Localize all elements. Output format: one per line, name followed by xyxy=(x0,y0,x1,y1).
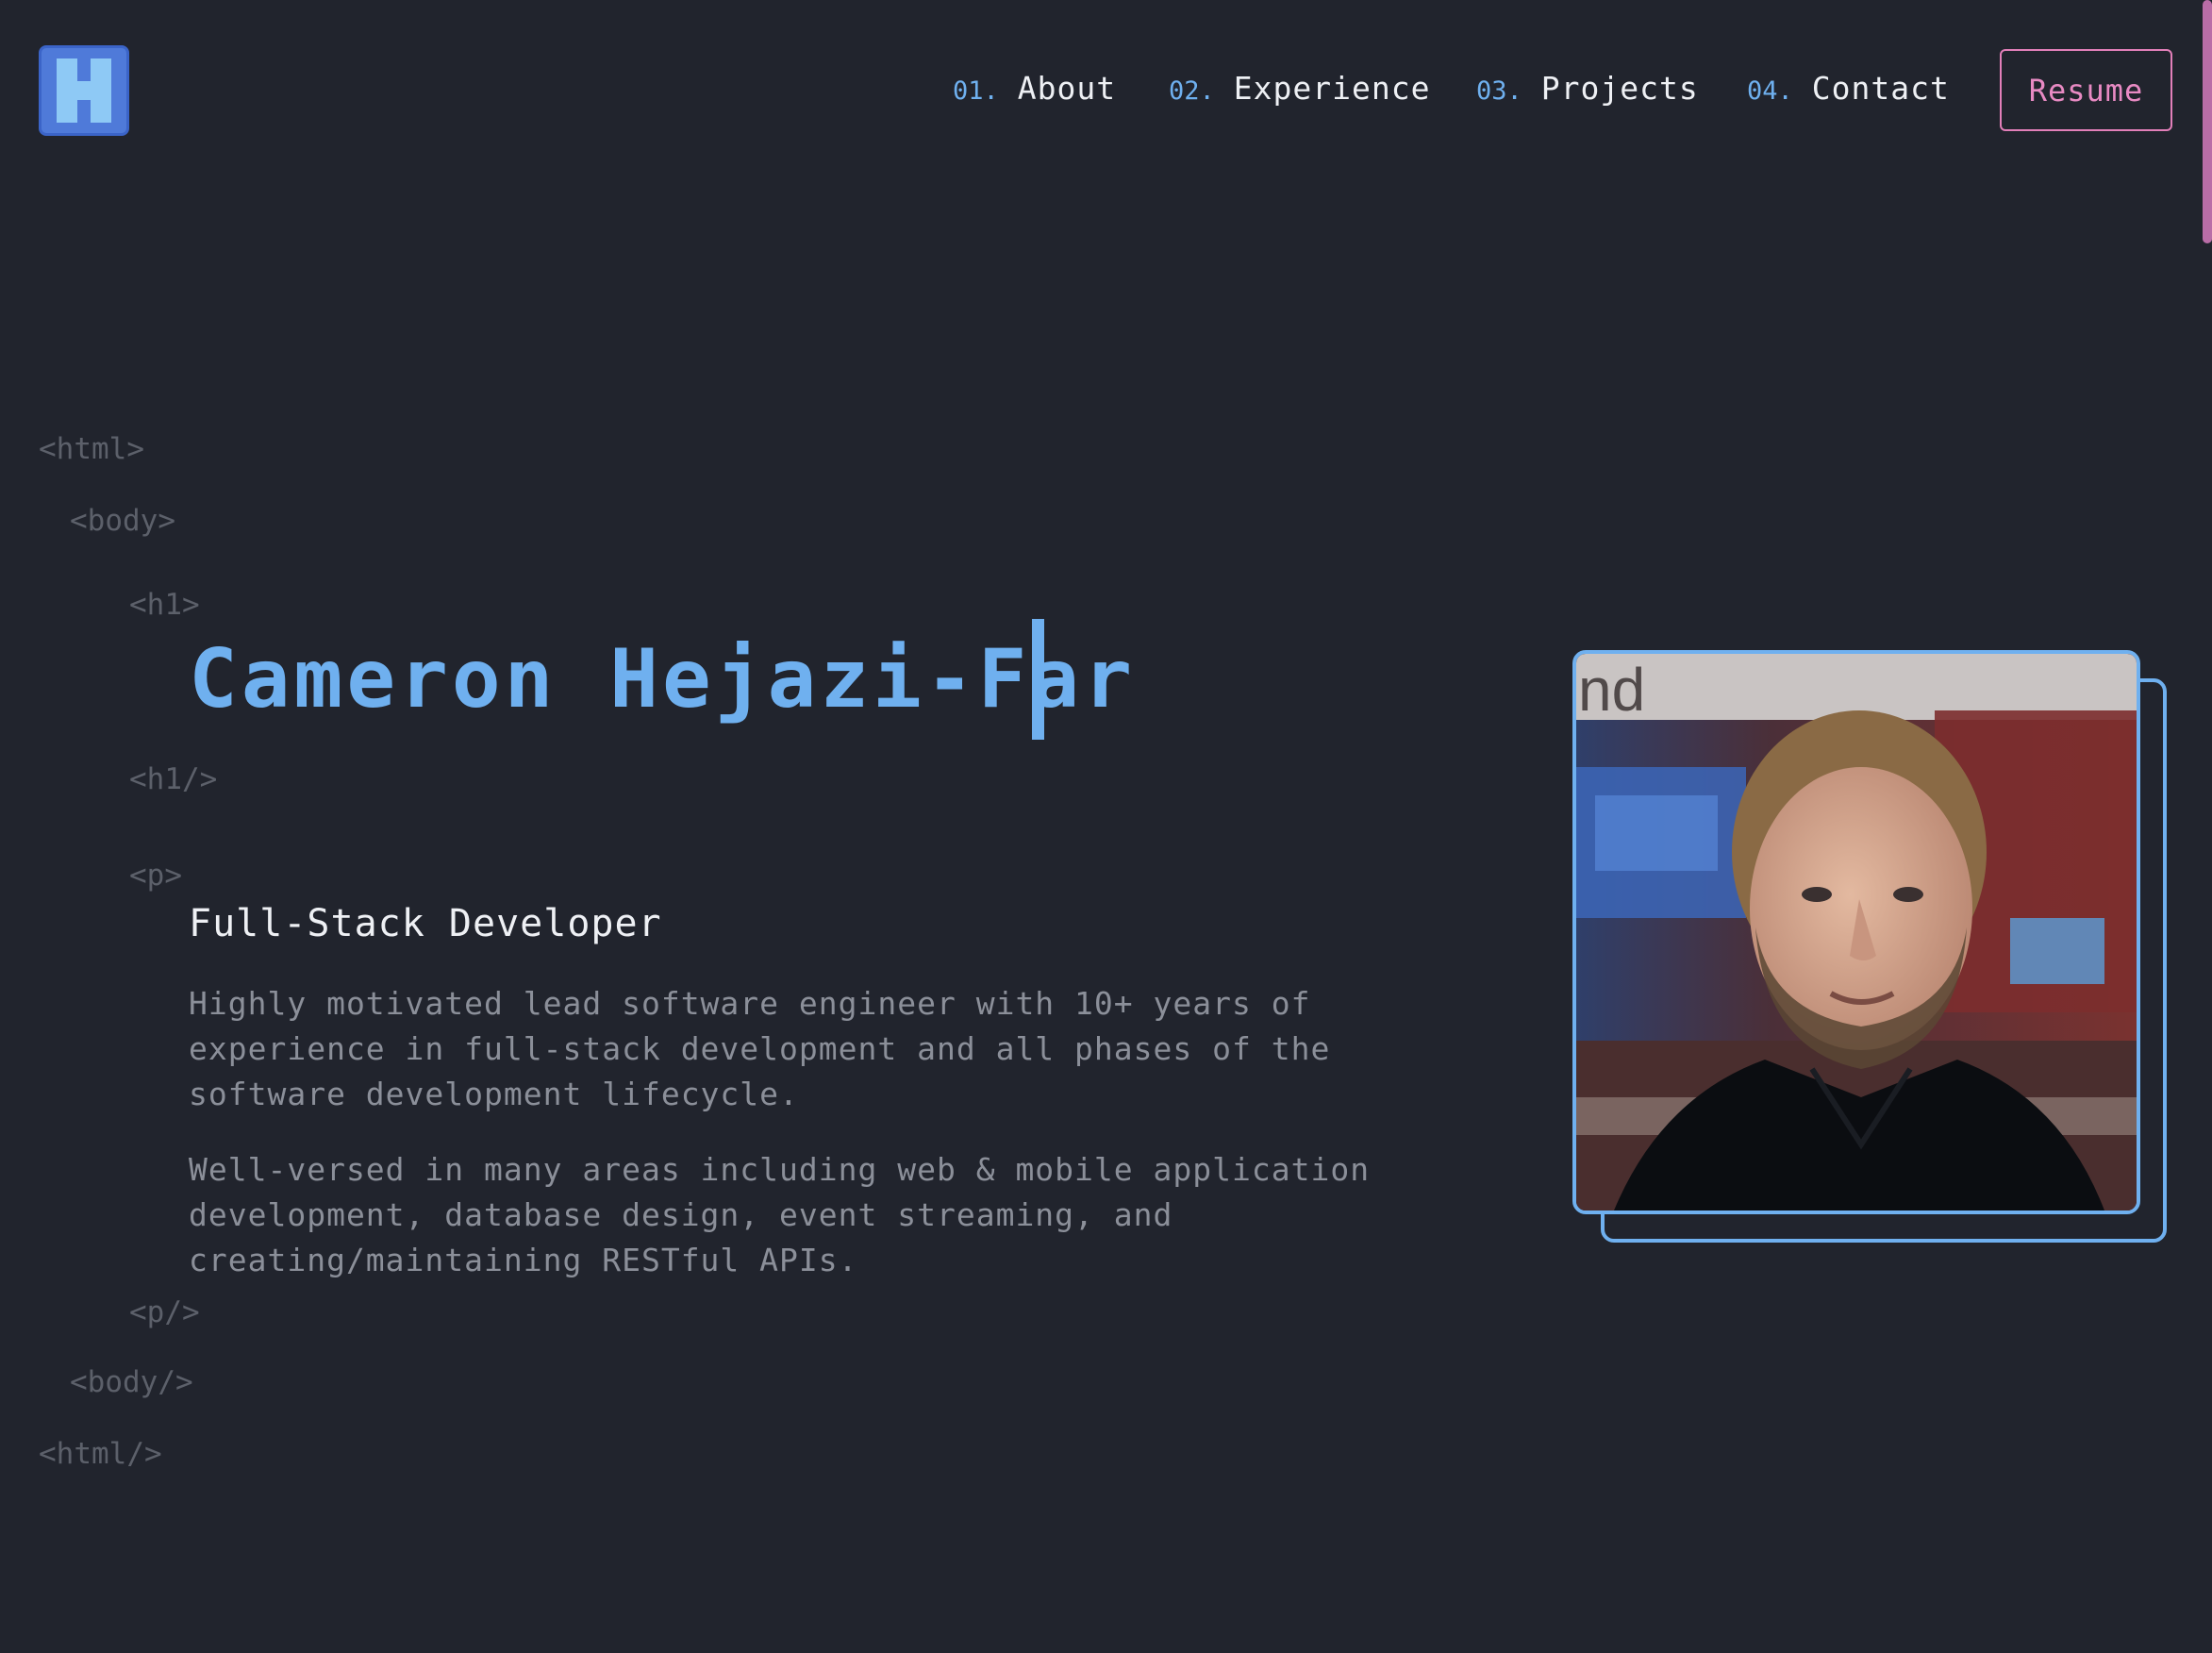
hero-paragraph: Well-versed in many areas including web … xyxy=(189,1151,1371,1278)
nav-item-contact[interactable]: 04. Contact xyxy=(1747,70,1950,113)
nav-label: Experience xyxy=(1233,70,1431,107)
tag-h1-close: <h1/> xyxy=(129,762,218,796)
tag-html-close: <html/> xyxy=(39,1437,162,1471)
hero-role: Full-Stack Developer xyxy=(189,902,662,945)
hero-paragraph: Highly motivated lead software engineer … xyxy=(189,985,1331,1112)
nav-item-experience[interactable]: 02. Experience xyxy=(1169,70,1430,113)
nav-number: 04. xyxy=(1747,76,1793,106)
tag-body-close: <body/> xyxy=(70,1365,193,1399)
resume-button[interactable]: Resume xyxy=(2000,49,2172,131)
nav-number: 03. xyxy=(1476,76,1522,106)
nav-item-about[interactable]: 01. About xyxy=(953,70,1116,113)
tag-p-close: <p/> xyxy=(129,1295,200,1329)
profile-photo: nd xyxy=(1572,650,2140,1214)
typing-cursor xyxy=(1032,619,1044,740)
nav-number: 02. xyxy=(1169,76,1215,106)
nav-item-projects[interactable]: 03. Projects xyxy=(1476,70,1699,113)
nav-label: Projects xyxy=(1540,70,1699,107)
tag-h1-open: <h1> xyxy=(129,588,200,622)
photo-background-text: nd xyxy=(1578,656,1645,724)
tag-p-open: <p> xyxy=(129,859,182,893)
portfolio-page: 01. About 02. Experience 03. Projects 04… xyxy=(0,0,2212,1653)
nav-label: Contact xyxy=(1811,70,1950,107)
main-nav: 01. About 02. Experience 03. Projects 04… xyxy=(0,70,2212,113)
tag-html-open: <html> xyxy=(39,432,144,466)
tag-body-open: <body> xyxy=(70,504,175,538)
nav-label: About xyxy=(1017,70,1117,107)
hero-name: Cameron Hejazi-Far xyxy=(189,632,1136,726)
scrollbar-thumb[interactable] xyxy=(2203,0,2212,243)
nav-number: 01. xyxy=(953,76,999,106)
